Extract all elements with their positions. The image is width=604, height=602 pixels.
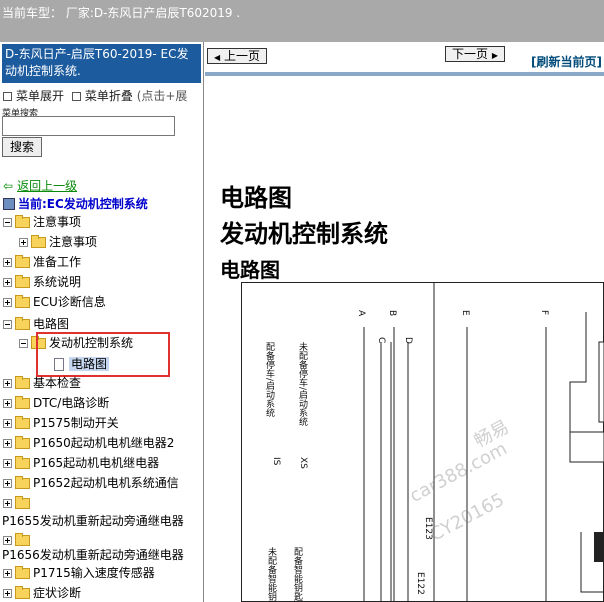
subsection-heading: 电路图 bbox=[220, 258, 280, 282]
refresh-page-link[interactable]: [刷新当前页] bbox=[531, 53, 602, 70]
section-heading: 发动机控制系统 bbox=[220, 220, 388, 248]
tree-item-symptom-diagnosis[interactable]: 症状诊断 bbox=[3, 583, 81, 602]
prev-page-button[interactable]: ◀ 上一页 bbox=[207, 48, 267, 64]
expand-icon[interactable] bbox=[3, 419, 12, 428]
expand-icon[interactable] bbox=[3, 298, 12, 307]
page-nav-bar: ◀ 上一页 下一页 ▶ [刷新当前页] bbox=[205, 42, 604, 70]
folder-icon bbox=[15, 586, 30, 599]
diagram-label-without-stop-start: 未配备停车/启动系统 bbox=[297, 342, 307, 427]
folder-icon bbox=[15, 436, 30, 449]
tree-item-preparation[interactable]: 准备工作 bbox=[3, 252, 81, 272]
expand-icon[interactable] bbox=[3, 278, 12, 287]
folder-icon bbox=[15, 255, 30, 268]
expand-icon[interactable] bbox=[3, 536, 12, 545]
tree-item-p165[interactable]: P165起动机电机继电器 bbox=[3, 453, 159, 473]
expand-icon[interactable] bbox=[3, 499, 12, 508]
expand-icon[interactable] bbox=[3, 459, 12, 468]
folder-icon bbox=[15, 275, 30, 288]
folder-icon bbox=[15, 295, 30, 308]
diagram-label-with-stop-start: 配备停车/启动系统 bbox=[264, 342, 274, 418]
expand-icon[interactable] bbox=[3, 479, 12, 488]
tree-item-precautions-sub[interactable]: 注意事项 bbox=[19, 232, 97, 252]
current-label: 当前:EC发动机控制系统 bbox=[18, 197, 148, 211]
connector-label-c: C bbox=[376, 337, 386, 344]
folder-icon bbox=[15, 476, 30, 489]
collapse-icon[interactable] bbox=[3, 320, 12, 329]
diagram-label-with-smart-key: 配备智能钥匙 bbox=[292, 547, 302, 601]
tree-item-dtc-diagnosis[interactable]: DTC/电路诊断 bbox=[3, 393, 109, 413]
collapse-icon[interactable] bbox=[19, 339, 28, 348]
tree-item-p1650[interactable]: P1650起动机电机继电器2 bbox=[3, 433, 174, 453]
top-bar: 当前车型： 厂家:D-东风日产启辰T602019 . bbox=[0, 0, 604, 42]
back-arrow-icon: ⇦ bbox=[3, 179, 14, 193]
connector-label-d: D bbox=[403, 337, 413, 344]
folder-icon bbox=[15, 456, 30, 469]
expand-icon[interactable] bbox=[3, 439, 12, 448]
expand-icon[interactable] bbox=[3, 589, 12, 598]
diagram-label-is: IS bbox=[271, 457, 281, 466]
sidebar: D-东风日产-启辰T60-2019- EC发动机控制系统. 菜单展开 菜单折叠 … bbox=[0, 42, 204, 602]
current-car-model: 当前车型： 厂家:D-东风日产启辰T602019 . bbox=[2, 6, 241, 20]
diagram-label-without-smart-key: 未配备智能钥匙 bbox=[266, 547, 276, 602]
menu-collapse-link[interactable]: 菜单折叠 bbox=[85, 89, 133, 103]
nav-divider bbox=[205, 72, 604, 76]
collapse-hint: (点击+展 bbox=[136, 89, 188, 103]
connector-label-f: F bbox=[539, 310, 549, 316]
folder-icon bbox=[31, 235, 46, 248]
page-heading: 电路图 bbox=[220, 184, 292, 212]
diagram-label-e122: E122 bbox=[415, 572, 425, 595]
connector-label-e: E bbox=[460, 310, 470, 316]
connector-label-b: B bbox=[387, 310, 397, 317]
connector-label-a: A bbox=[356, 310, 366, 317]
tree-item-wiring-diagram[interactable]: 电路图 bbox=[3, 314, 69, 334]
expand-icon[interactable] bbox=[3, 379, 12, 388]
tree-item-p1715[interactable]: P1715输入速度传感器 bbox=[3, 563, 155, 583]
folder-icon bbox=[15, 416, 30, 429]
left-triangle-icon: ◀ bbox=[214, 53, 221, 62]
folder-icon bbox=[15, 317, 30, 330]
collapse-checkbox-icon[interactable] bbox=[71, 92, 81, 101]
tree-item-precautions[interactable]: 注意事项 bbox=[3, 212, 81, 232]
folder-icon bbox=[15, 566, 30, 579]
folder-icon bbox=[15, 215, 30, 228]
expand-icon[interactable] bbox=[19, 238, 28, 247]
folder-icon bbox=[15, 376, 30, 389]
menu-expand-link[interactable]: 菜单展开 bbox=[16, 89, 64, 103]
search-button[interactable]: 搜索 bbox=[2, 137, 42, 157]
search-input[interactable] bbox=[2, 116, 175, 136]
folder-icon bbox=[15, 396, 30, 409]
tree-item-p1655[interactable]: P1655发动机重新起动旁通继电器 bbox=[2, 511, 184, 531]
selection-highlight-box bbox=[36, 332, 170, 377]
expand-icon[interactable] bbox=[3, 258, 12, 267]
menu-toggle-row: 菜单展开 菜单折叠 (点击+展 bbox=[3, 87, 187, 104]
tree-item-ecu-diagnosis[interactable]: ECU诊断信息 bbox=[3, 292, 106, 312]
collapse-icon[interactable] bbox=[3, 218, 12, 227]
next-page-button[interactable]: 下一页 ▶ bbox=[445, 46, 505, 62]
sidebar-title: D-东风日产-启辰T60-2019- EC发动机控制系统. bbox=[2, 44, 201, 83]
folder-icon bbox=[15, 496, 30, 509]
back-link[interactable]: 返回上一级 bbox=[17, 179, 77, 193]
right-triangle-icon: ▶ bbox=[491, 51, 498, 60]
expand-checkbox-icon[interactable] bbox=[3, 92, 12, 101]
tree-item-p1652[interactable]: P1652起动机电机系统通信 bbox=[3, 473, 179, 493]
expand-icon[interactable] bbox=[3, 399, 12, 408]
content-pane: ◀ 上一页 下一页 ▶ [刷新当前页] 电路图 发动机控制系统 电路图 A B … bbox=[205, 42, 604, 602]
expand-icon[interactable] bbox=[3, 569, 12, 578]
back-row[interactable]: ⇦ 返回上一级 bbox=[3, 177, 77, 194]
wiring-diagram: A B C D E F 配备停车/启动系统 未配备停车/启动系统 IS XS 未… bbox=[241, 282, 604, 602]
tree-item-p1575[interactable]: P1575制动开关 bbox=[3, 413, 119, 433]
tree-item-p1656[interactable]: P1656发动机重新起动旁通继电器 bbox=[2, 545, 184, 565]
tree-item-p1655-toggle[interactable] bbox=[3, 493, 33, 513]
tree-item-system-description[interactable]: 系统说明 bbox=[3, 272, 81, 292]
tree-item-basic-inspection[interactable]: 基本检查 bbox=[3, 373, 81, 393]
computer-icon bbox=[3, 198, 15, 210]
current-location: 当前:EC发动机控制系统 bbox=[3, 195, 148, 212]
diagram-label-xs: XS bbox=[298, 457, 308, 469]
